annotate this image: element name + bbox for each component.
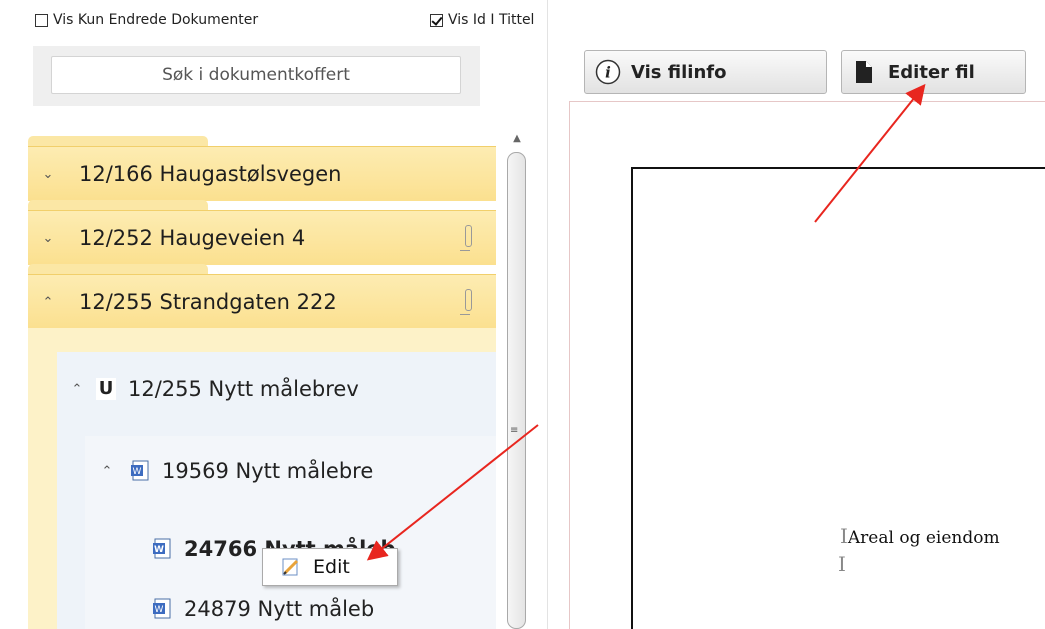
annotation-arrow	[814, 83, 926, 223]
annotation-arrows	[366, 83, 926, 561]
annotation-arrow	[366, 424, 539, 561]
